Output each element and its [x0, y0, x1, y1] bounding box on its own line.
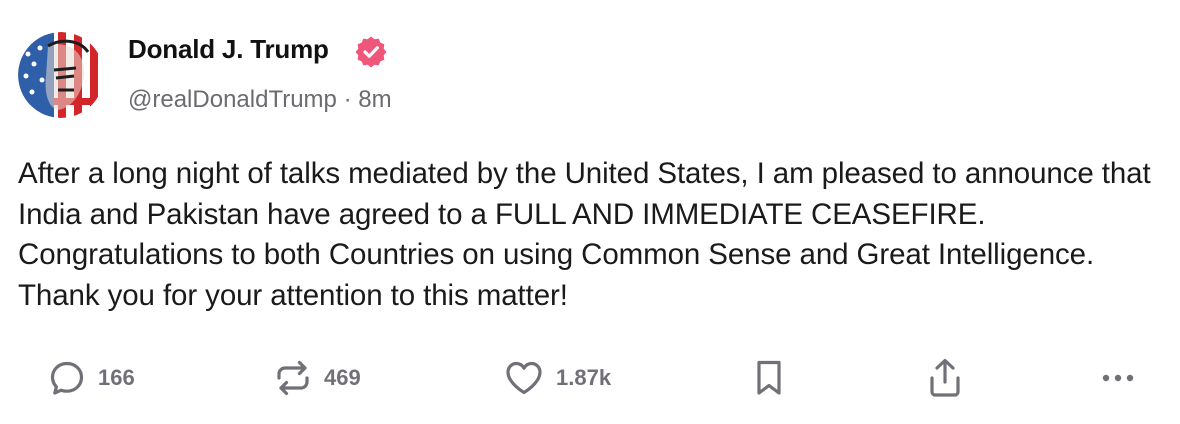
avatar-flag-portrait-icon	[18, 32, 104, 118]
post-time[interactable]: 8m	[358, 86, 391, 113]
reply-button[interactable]: 166	[48, 358, 135, 398]
repost-button[interactable]: 469	[274, 358, 361, 398]
handle-separator: ·	[343, 86, 352, 113]
author-display-name[interactable]: Donald J. Trump	[128, 34, 329, 65]
like-button[interactable]: 1.87k	[504, 358, 611, 398]
post-card: Donald J. Trump @realDonaldTrump · 8m Af…	[0, 0, 1180, 424]
reply-count: 166	[98, 365, 135, 390]
author-handle-line: @realDonaldTrump · 8m	[128, 86, 392, 114]
reply-bubble-icon	[50, 361, 84, 395]
bookmark-icon	[757, 360, 781, 395]
share-upload-icon	[930, 358, 960, 397]
author-avatar[interactable]	[18, 32, 104, 118]
verified-badge-icon	[355, 36, 387, 68]
post-text: After a long night of talks mediated by …	[18, 157, 1151, 312]
share-button[interactable]	[926, 358, 964, 398]
repost-arrows-icon	[277, 360, 309, 396]
more-options-button[interactable]	[1098, 358, 1138, 398]
author-handle[interactable]: @realDonaldTrump	[128, 86, 337, 113]
more-dots-icon	[1102, 374, 1134, 382]
heart-icon	[506, 361, 542, 395]
repost-count: 469	[324, 365, 361, 390]
like-count: 1.87k	[556, 365, 612, 390]
bookmark-button[interactable]	[752, 358, 786, 398]
